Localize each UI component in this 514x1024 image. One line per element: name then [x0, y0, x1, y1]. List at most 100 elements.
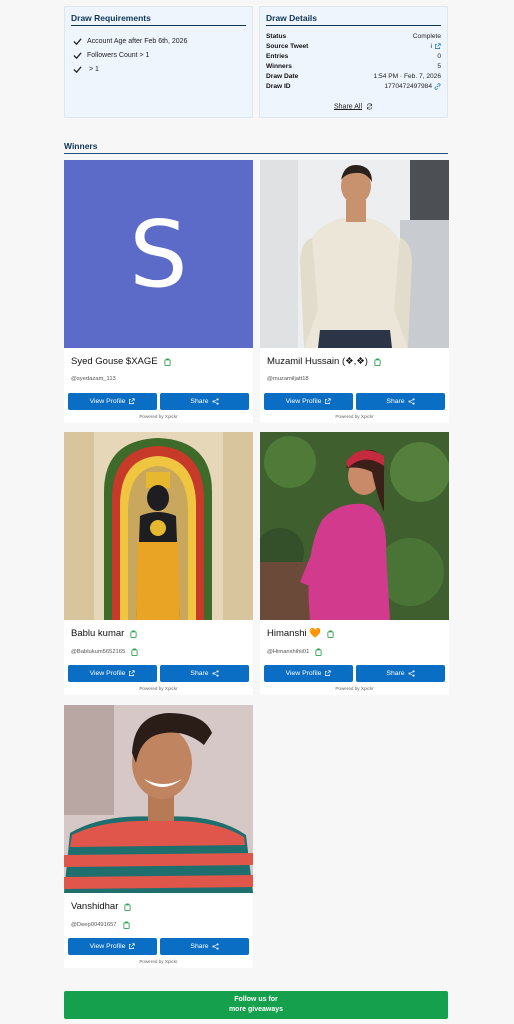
external-link-icon [325, 398, 332, 404]
view-profile-button[interactable]: View Profile [264, 665, 353, 682]
requirement-label: Account Age after Feb 6th, 2026 [87, 38, 188, 45]
copy-icon[interactable] [315, 648, 322, 656]
detail-value: 1:54 PM · Feb. 7, 2026 [373, 73, 441, 80]
follow-line-1: Follow us for [234, 996, 278, 1003]
share-icon [211, 943, 219, 950]
detail-value: 1770472497984 [384, 83, 432, 90]
share-button[interactable]: Share [160, 938, 249, 955]
share-icon [211, 670, 219, 677]
detail-row-entries: Entries 0 [266, 53, 441, 60]
copy-icon[interactable] [164, 358, 171, 366]
copy-icon[interactable] [124, 903, 131, 911]
share-button[interactable]: Share [356, 665, 445, 682]
external-link-icon [435, 43, 441, 49]
winner-handle: @syedazam_113 [71, 376, 116, 382]
share-label: Share [386, 670, 405, 677]
view-profile-button[interactable]: View Profile [68, 393, 157, 410]
detail-label: Winners [266, 63, 292, 70]
view-profile-button[interactable]: View Profile [264, 393, 353, 410]
view-profile-label: View Profile [89, 670, 126, 677]
detail-value: Complete [412, 33, 441, 40]
powered-by: Powered by Xpickr [335, 414, 374, 419]
draw-requirements-title: Draw Requirements [71, 13, 246, 26]
avatar [260, 432, 449, 620]
share-button[interactable]: Share [356, 393, 445, 410]
share-button[interactable]: Share [160, 393, 249, 410]
copy-icon[interactable] [131, 648, 138, 656]
check-icon [73, 52, 82, 60]
avatar-photo [64, 705, 253, 893]
winner-name: Bablu kumar [71, 628, 125, 639]
link-icon [434, 83, 441, 90]
requirement-label: Followers Count > 1 [87, 52, 150, 59]
requirement-item: Account Age after Feb 6th, 2026 [73, 37, 187, 46]
winner-name: Himanshi 🧡 [267, 628, 322, 639]
winner-handle: @Deep00491657 [71, 922, 117, 928]
copy-icon[interactable] [327, 630, 334, 638]
winner-card: Himanshi 🧡 @Himanshihii01 View Profile S… [260, 432, 449, 695]
detail-value: 0 [437, 53, 441, 60]
external-link-icon [129, 398, 136, 404]
winner-card: Bablu kumar @Bablukum5652165 View Profil… [64, 432, 253, 695]
winner-name-row: Syed Gouse $XAGE [71, 356, 171, 367]
detail-row-source-tweet: Source Tweet i [266, 43, 441, 50]
winner-name-row: Muzamil Hussain (❖,❖) [267, 356, 381, 367]
winner-card: S Syed Gouse $XAGE @syedazam_113 View Pr… [64, 160, 253, 423]
powered-by: Powered by Xpickr [335, 686, 374, 691]
winner-name-row: Himanshi 🧡 [267, 628, 334, 639]
winner-handle-row: @Deep00491657 [71, 921, 130, 929]
avatar-letter: S [129, 201, 187, 308]
avatar-letter-image: S [129, 201, 187, 308]
share-icon [407, 398, 415, 405]
follow-us-button[interactable]: Follow us for more giveaways [64, 991, 448, 1019]
avatar [260, 160, 449, 348]
detail-row-draw-id: Draw ID 1770472497984 [266, 83, 441, 90]
source-tweet-link[interactable]: i [431, 43, 441, 50]
requirement-label: > 1 [89, 66, 99, 73]
winner-handle: @Himanshihii01 [267, 649, 310, 655]
share-label: Share [386, 398, 405, 405]
avatar-photo [64, 432, 253, 620]
winner-name: Vanshidhar [71, 901, 119, 912]
detail-label: Status [266, 33, 287, 40]
view-profile-button[interactable]: View Profile [68, 938, 157, 955]
detail-row-status: Status Complete [266, 33, 441, 40]
detail-label: Source Tweet [266, 43, 309, 50]
share-icon [407, 670, 415, 677]
winner-handle-row: @Himanshihii01 [267, 648, 322, 656]
winner-name: Muzamil Hussain (❖,❖) [267, 356, 368, 367]
copy-icon[interactable] [130, 630, 137, 638]
view-profile-label: View Profile [89, 398, 126, 405]
view-profile-label: View Profile [89, 943, 126, 950]
avatar-photo [260, 432, 449, 620]
share-all-label: Share All [334, 103, 363, 111]
avatar-photo [260, 160, 449, 348]
draw-details-title: Draw Details [266, 13, 441, 26]
follow-line-2: more giveaways [228, 1006, 284, 1013]
view-profile-label: View Profile [285, 398, 322, 405]
detail-value: 5 [437, 63, 441, 70]
share-label: Share [190, 943, 209, 950]
share-icon [211, 398, 219, 405]
powered-by: Powered by Xpickr [139, 959, 178, 964]
winner-handle: @Bablukum5652165 [71, 649, 126, 655]
requirement-item: Followers Count > 1 [73, 51, 149, 60]
external-link-icon [129, 670, 136, 676]
external-link-icon [325, 670, 332, 676]
copy-icon[interactable] [122, 921, 130, 929]
check-icon [73, 38, 82, 46]
draw-details-panel: Draw Details Status Complete Source Twee… [259, 6, 448, 118]
draw-id-link[interactable]: 1770472497984 [384, 83, 441, 90]
detail-label: Entries [266, 53, 289, 60]
winner-card: Muzamil Hussain (❖,❖) @muzamiljatt18 Vie… [260, 160, 449, 423]
share-icon [367, 103, 372, 110]
draw-requirements-panel: Draw Requirements Account Age after Feb … [64, 6, 253, 118]
winner-name-row: Bablu kumar [71, 628, 137, 639]
copy-icon[interactable] [374, 358, 381, 366]
share-all-button[interactable]: Share All [260, 103, 447, 110]
view-profile-button[interactable]: View Profile [68, 665, 157, 682]
share-button[interactable]: Share [160, 665, 249, 682]
avatar [64, 705, 253, 893]
share-label: Share [190, 398, 209, 405]
winner-name: Syed Gouse $XAGE [71, 356, 158, 367]
